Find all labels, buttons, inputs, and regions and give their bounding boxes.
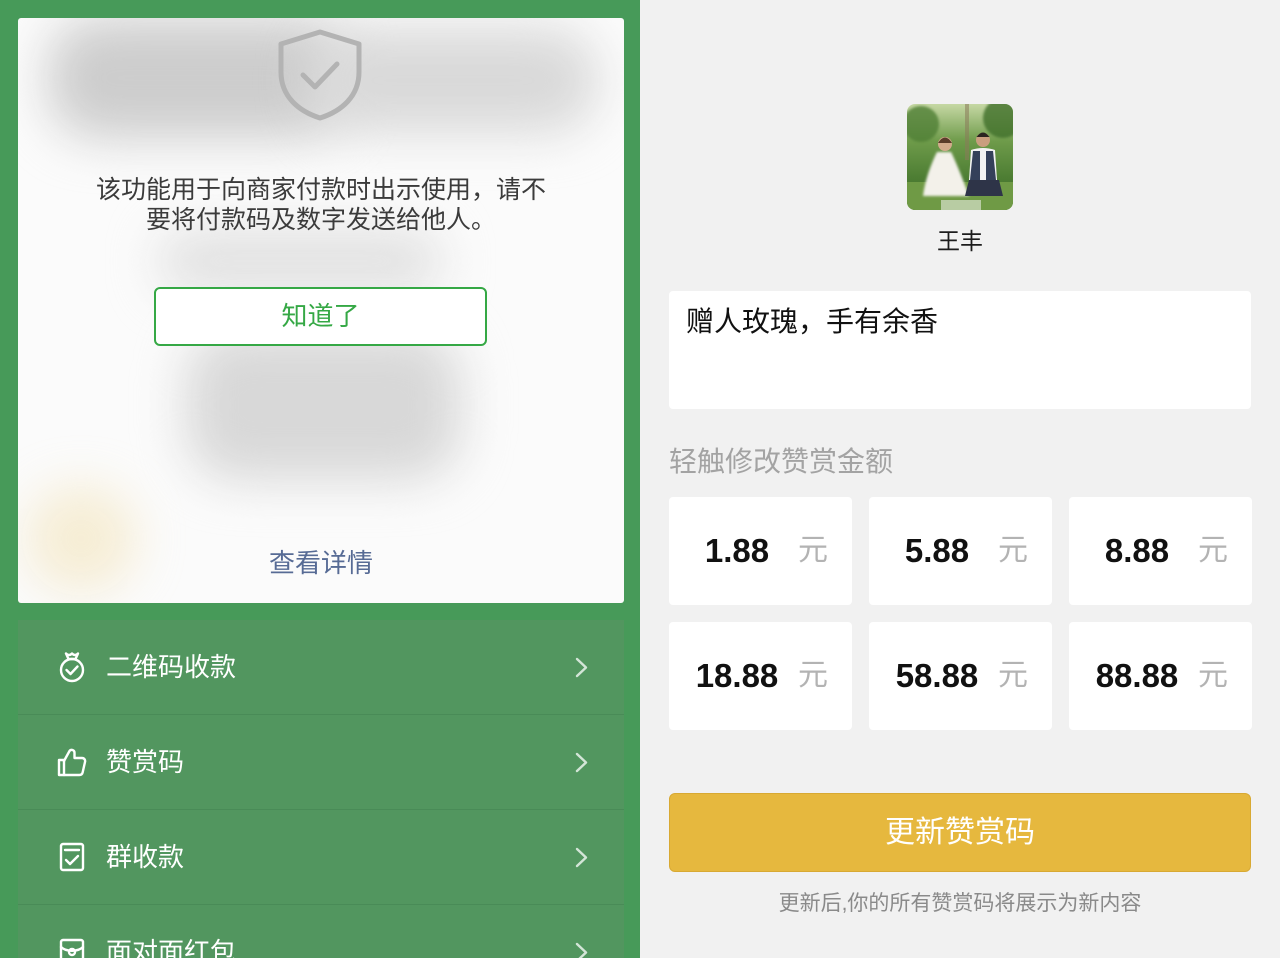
amount-value: 88.88 [1095,657,1179,694]
payment-menu: 二维码收款 赞赏码 群收款 面对面红包 [18,620,624,958]
money-bag-check-icon [59,652,85,683]
menu-item-label: 二维码收款 [106,652,237,682]
blurred-qr-code [186,330,461,480]
receipt-check-icon [59,842,85,872]
menu-item-label: 赞赏码 [106,747,185,777]
menu-item-label: 群收款 [106,842,185,872]
notice-line: 要将付款码及数字发送给他人。 [145,206,496,234]
currency-unit: 元 [998,659,1028,692]
currency-unit: 元 [798,534,828,567]
red-packet-icon [59,938,85,958]
reward-message-input[interactable]: 赠人玫瑰，手有余香 [669,291,1251,409]
amount-option[interactable]: 18.88 元 [669,622,852,730]
amount-option[interactable]: 5.88 元 [869,497,1052,605]
currency-unit: 元 [1198,534,1228,567]
avatar-photo [907,104,1013,210]
got-it-button[interactable]: 知道了 [154,287,487,346]
update-reward-code-button[interactable]: 更新赞赏码 [669,793,1251,872]
avatar [907,104,1013,210]
amount-option[interactable]: 1.88 元 [669,497,852,605]
amount-value: 58.88 [895,657,979,694]
menu-item-label: 面对面红包 [106,937,237,958]
chevron-right-icon [575,752,588,773]
reward-code-screen: 王丰 赠人玫瑰，手有余香 轻触修改赞赏金额 1.88 元 5.88 元 8.88… [640,0,1280,958]
payment-screen: 该功能用于向商家付款时出示使用，请不 要将付款码及数字发送给他人。 知道了 查看… [0,0,640,958]
amount-option[interactable]: 58.88 元 [869,622,1052,730]
menu-item-group-collect[interactable]: 群收款 [18,810,624,905]
security-notice-text: 该功能用于向商家付款时出示使用，请不 要将付款码及数字发送给他人。 [18,175,624,235]
blurred-barcode [158,230,443,292]
currency-unit: 元 [998,534,1028,567]
update-footnote: 更新后,你的所有赞赏码将展示为新内容 [778,892,1142,915]
currency-unit: 元 [1198,659,1228,692]
profile-name: 王丰 [937,228,983,254]
currency-unit: 元 [798,659,828,692]
chevron-right-icon [575,942,588,958]
amount-value: 5.88 [904,532,970,569]
amount-option[interactable]: 88.88 元 [1069,622,1252,730]
security-notice-card: 该功能用于向商家付款时出示使用，请不 要将付款码及数字发送给他人。 知道了 查看… [18,18,624,603]
amount-value: 18.88 [695,657,779,694]
menu-item-reward-code[interactable]: 赞赏码 [18,715,624,810]
menu-item-qr-collect[interactable]: 二维码收款 [18,620,624,715]
amount-option[interactable]: 8.88 元 [1069,497,1252,605]
chevron-right-icon [575,847,588,868]
amount-hint-label: 轻触修改赞赏金额 [669,446,894,477]
menu-item-face-to-face-red-packet[interactable]: 面对面红包 [18,905,624,958]
view-details-link[interactable]: 查看详情 [18,547,624,579]
notice-line: 该功能用于向商家付款时出示使用，请不 [95,176,546,204]
chevron-right-icon [575,657,588,678]
shield-check-icon [278,29,362,121]
amount-value: 8.88 [1104,532,1170,569]
amount-value: 1.88 [704,532,770,569]
thumbs-up-icon [57,748,87,777]
